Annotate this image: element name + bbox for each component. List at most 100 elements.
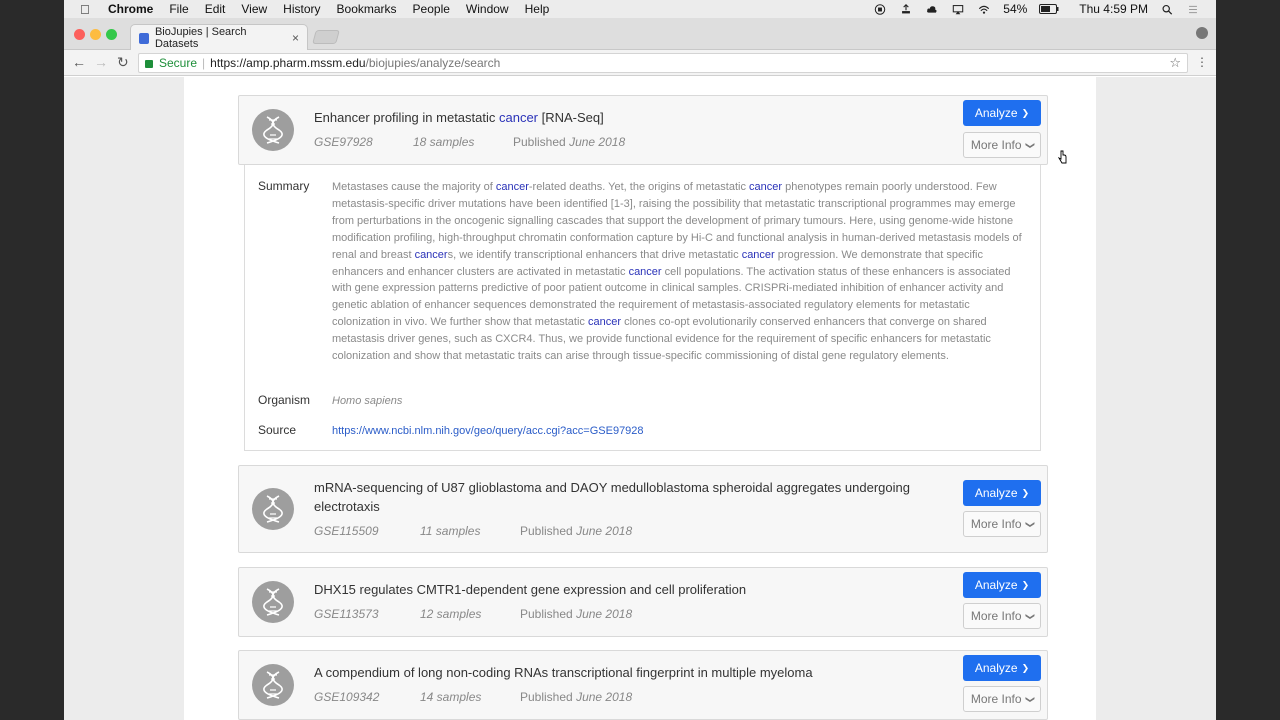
dataset-card: Enhancer profiling in metastatic cancer …	[238, 95, 1048, 165]
zoom-window-button[interactable]	[106, 29, 117, 40]
organism-value: Homo sapiens	[332, 395, 403, 407]
dna-icon	[252, 488, 294, 530]
published-label: Published	[520, 690, 573, 704]
chevron-down-icon: ❯	[1024, 695, 1035, 703]
summary-highlight: cancer	[495, 181, 529, 193]
summary-part: Metastases cause the majority of	[332, 181, 496, 193]
menu-file[interactable]: File	[169, 2, 188, 16]
secure-label: Secure	[159, 56, 198, 70]
profile-avatar-icon[interactable]	[1196, 27, 1208, 39]
accession: GSE113573	[314, 607, 379, 621]
summary-highlight: cancer	[741, 248, 775, 261]
analyze-label: Analyze	[974, 661, 1018, 675]
mac-menubar:  Chrome File Edit View History Bookmark…	[64, 0, 1216, 18]
tab-close-icon[interactable]: ×	[292, 31, 299, 45]
summary-text: Metastases cause the majority of cancer-…	[332, 179, 1028, 365]
published-label: Published	[513, 135, 566, 149]
cloud-icon[interactable]	[925, 4, 939, 15]
published-label: Published	[520, 524, 573, 538]
record-icon[interactable]	[873, 3, 887, 15]
source-value: https://www.ncbi.nlm.nih.gov/geo/query/a…	[332, 423, 1028, 440]
dataset-card: DHX15 regulates CMTR1-dependent gene exp…	[238, 567, 1048, 637]
analyze-button[interactable]: Analyze ❯	[963, 655, 1041, 681]
lock-icon	[145, 60, 153, 68]
more-info-label: More Info	[970, 609, 1022, 623]
more-info-label: More Info	[970, 517, 1022, 531]
wifi-icon[interactable]	[977, 4, 991, 15]
battery-percent: 54%	[1003, 2, 1028, 16]
chevron-down-icon: ❯	[1024, 141, 1035, 149]
dataset-title[interactable]: mRNA-sequencing of U87 glioblastoma and …	[314, 478, 914, 516]
organism-label: Organism	[258, 393, 311, 407]
chevron-right-icon: ❯	[1021, 662, 1030, 673]
status-area: 54% Thu 4:59 PM	[873, 2, 1200, 16]
apple-icon[interactable]: 	[80, 2, 94, 17]
dna-icon	[252, 664, 294, 706]
more-info-button[interactable]: More Info ❯	[963, 132, 1041, 158]
dataset-card: A compendium of long non-coding RNAs tra…	[238, 650, 1048, 720]
accession: GSE115509	[314, 524, 379, 538]
bookmark-star-icon[interactable]: ☆	[1169, 55, 1181, 71]
dna-icon	[252, 581, 294, 623]
summary-highlight: cancer	[628, 265, 662, 278]
chevron-down-icon: ❯	[1024, 612, 1035, 620]
notification-center-icon[interactable]	[1186, 4, 1200, 15]
analyze-label: Analyze	[974, 106, 1018, 120]
title-text: Enhancer profiling in metastatic	[314, 110, 499, 125]
tab-biojupies[interactable]: BioJupies | Search Datasets ×	[130, 24, 308, 51]
sample-count: 14 samples	[420, 690, 482, 704]
menu-edit[interactable]: Edit	[205, 2, 226, 16]
address-bar[interactable]: Secure | https://amp.pharm.mssm.edu/bioj…	[138, 53, 1188, 73]
menu-app-name[interactable]: Chrome	[108, 2, 153, 16]
summary-part: s, we identify transcriptional enhancers…	[447, 248, 742, 261]
title-text-end: [RNA-Seq]	[538, 110, 604, 125]
menubar-clock[interactable]: Thu 4:59 PM	[1079, 2, 1148, 16]
dna-icon	[252, 109, 294, 151]
analyze-label: Analyze	[974, 578, 1018, 592]
source-link[interactable]: https://www.ncbi.nlm.nih.gov/geo/query/a…	[332, 425, 644, 437]
close-window-button[interactable]	[74, 29, 85, 40]
menu-bookmarks[interactable]: Bookmarks	[337, 2, 397, 16]
dataset-details-panel: Summary Metastases cause the majority of…	[244, 165, 1041, 451]
more-info-button[interactable]: More Info ❯	[963, 686, 1041, 712]
tab-strip: BioJupies | Search Datasets ×	[64, 18, 1216, 51]
battery-icon[interactable]	[1039, 4, 1059, 14]
new-tab-button[interactable]	[312, 30, 340, 44]
minimize-window-button[interactable]	[90, 29, 101, 40]
dataset-meta: GSE115509 11 samples Published June 2018	[314, 524, 632, 538]
summary-part: -related deaths. Yet, the origins of met…	[528, 181, 750, 193]
source-label: Source	[258, 423, 297, 437]
analyze-button[interactable]: Analyze ❯	[963, 572, 1041, 598]
dataset-card: mRNA-sequencing of U87 glioblastoma and …	[238, 465, 1048, 553]
airplay-icon[interactable]	[951, 4, 965, 15]
reload-icon[interactable]: ↻	[117, 54, 129, 71]
published-label: Published	[520, 607, 573, 621]
summary-highlight: cancer	[414, 248, 448, 261]
analyze-button[interactable]: Analyze ❯	[963, 480, 1041, 506]
mouse-cursor-icon	[1058, 150, 1067, 164]
more-info-button[interactable]: More Info ❯	[963, 511, 1041, 537]
analyze-button[interactable]: Analyze ❯	[963, 100, 1041, 126]
dataset-title[interactable]: A compendium of long non-coding RNAs tra…	[314, 663, 914, 682]
biojupies-favicon	[139, 32, 149, 44]
summary-highlight: cancer	[587, 316, 622, 329]
more-info-button[interactable]: More Info ❯	[963, 603, 1041, 629]
chrome-menu-icon[interactable]: ⋮	[1196, 55, 1208, 69]
spotlight-search-icon[interactable]	[1160, 4, 1174, 15]
summary-highlight: cancer	[749, 181, 783, 193]
menu-help[interactable]: Help	[525, 2, 550, 16]
page-viewport: Enhancer profiling in metastatic cancer …	[64, 77, 1216, 720]
chevron-right-icon: ❯	[1021, 579, 1030, 590]
more-info-label: More Info	[970, 692, 1022, 706]
forward-arrow-icon[interactable]: →	[94, 54, 108, 70]
menu-window[interactable]: Window	[466, 2, 509, 16]
menu-people[interactable]: People	[413, 2, 450, 16]
analyze-label: Analyze	[974, 486, 1018, 500]
menu-history[interactable]: History	[283, 2, 320, 16]
dataset-title[interactable]: DHX15 regulates CMTR1-dependent gene exp…	[314, 580, 914, 599]
back-arrow-icon[interactable]: ←	[72, 54, 86, 70]
dataset-title[interactable]: Enhancer profiling in metastatic cancer …	[314, 108, 914, 127]
url-path: /biojupies/analyze/search	[365, 56, 501, 70]
drive-upload-icon[interactable]	[899, 3, 913, 15]
menu-view[interactable]: View	[241, 2, 267, 16]
